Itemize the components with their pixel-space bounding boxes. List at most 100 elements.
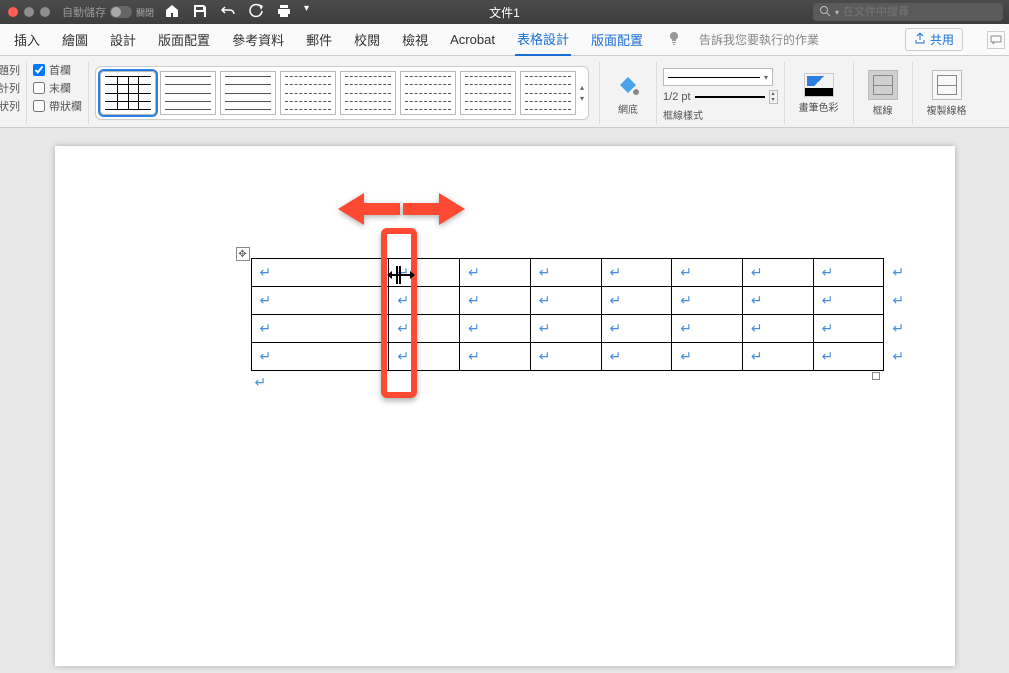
table-cell[interactable]: ↵	[530, 287, 601, 315]
total-row-checkbox[interactable]: 計列	[0, 80, 20, 96]
undo-icon[interactable]	[220, 3, 236, 22]
table-cell[interactable]: ↵	[813, 343, 884, 371]
table-cell[interactable]: ↵	[460, 259, 531, 287]
table-cell[interactable]: ↵	[672, 315, 743, 343]
table-style-options-right: 首欄 末欄 帶狀欄	[27, 62, 89, 124]
tab-design[interactable]: 設計	[108, 24, 138, 55]
comments-button[interactable]	[987, 31, 1005, 49]
tab-view[interactable]: 檢視	[400, 24, 430, 55]
table-cell[interactable]: ↵	[389, 315, 460, 343]
border-painter-icon	[932, 70, 962, 100]
table-cell[interactable]: ↵	[389, 287, 460, 315]
search-box[interactable]: ▾	[813, 3, 1003, 21]
table-cell[interactable]: ↵	[530, 259, 601, 287]
table-styles-gallery[interactable]: ▴▾	[95, 66, 589, 120]
banded-rows-label: 狀列	[0, 98, 20, 114]
autosave-state: 關閉	[136, 6, 154, 19]
table-cell[interactable]: ↵	[460, 287, 531, 315]
lightbulb-icon[interactable]	[667, 31, 681, 48]
tab-table-design[interactable]: 表格設計	[515, 23, 571, 56]
autosave-toggle[interactable]: 自動儲存 關閉	[62, 4, 154, 20]
document-workspace[interactable]: ✥ ↵ ↵ ↵ ↵ ↵ ↵ ↵ ↵ ↵ ↵ ↵ ↵ ↵ ↵ ↵ ↵ ↵	[0, 128, 1009, 673]
table-style-dash5[interactable]	[520, 71, 576, 115]
table-cell[interactable]: ↵	[742, 315, 813, 343]
row-end-mark: ↵	[884, 315, 955, 343]
table-cell[interactable]: ↵	[742, 343, 813, 371]
header-row-checkbox[interactable]: 題列	[0, 62, 20, 78]
table-cell[interactable]: ↵	[251, 287, 389, 315]
pen-color-button[interactable]: 畫筆色彩	[791, 69, 847, 118]
tab-mailings[interactable]: 郵件	[304, 24, 334, 55]
table-cell[interactable]: ↵	[601, 343, 672, 371]
search-input[interactable]	[843, 6, 997, 18]
tab-acrobat[interactable]: Acrobat	[448, 26, 497, 53]
table-cell[interactable]: ↵	[460, 315, 531, 343]
last-col-checkbox[interactable]: 末欄	[33, 80, 71, 96]
table-style-dash4[interactable]	[460, 71, 516, 115]
tell-me-input[interactable]: 告訴我您要執行的作業	[699, 31, 819, 48]
close-window-button[interactable]	[8, 7, 18, 17]
row-end-mark: ↵	[884, 259, 955, 287]
borders-button[interactable]: 框線	[860, 66, 906, 121]
table-cell[interactable]: ↵	[742, 287, 813, 315]
tab-insert[interactable]: 插入	[12, 24, 42, 55]
table-cell[interactable]: ↵	[672, 287, 743, 315]
border-painter-button[interactable]: 複製線格	[919, 66, 975, 121]
total-row-label: 計列	[0, 80, 20, 96]
table-cell[interactable]: ↵	[251, 315, 389, 343]
table-cell[interactable]: ↵	[251, 259, 389, 287]
table-resize-handle[interactable]	[872, 372, 880, 380]
table-style-grid[interactable]	[100, 71, 156, 115]
table-move-handle[interactable]: ✥	[236, 247, 250, 261]
table-cell[interactable]: ↵	[530, 315, 601, 343]
share-button[interactable]: 共用	[905, 28, 963, 51]
tab-review[interactable]: 校閱	[352, 24, 382, 55]
table-style-dash2[interactable]	[340, 71, 396, 115]
table-cell[interactable]: ↵	[672, 343, 743, 371]
table-style-plain1[interactable]	[160, 71, 216, 115]
tab-draw[interactable]: 繪圖	[60, 24, 90, 55]
table-cell[interactable]: ↵	[601, 259, 672, 287]
paragraph-mark: ↵	[751, 264, 763, 280]
table-cell[interactable]: ↵	[251, 343, 389, 371]
table-style-dash1[interactable]	[280, 71, 336, 115]
print-icon[interactable]	[276, 3, 292, 22]
qat-dropdown-icon[interactable]: ▾	[304, 3, 309, 22]
maximize-window-button[interactable]	[40, 7, 50, 17]
table-style-plain2[interactable]	[220, 71, 276, 115]
table-cell[interactable]: ↵	[742, 259, 813, 287]
table-row[interactable]: ↵ ↵ ↵ ↵ ↵ ↵ ↵ ↵ ↵	[251, 259, 955, 287]
first-col-checkbox[interactable]: 首欄	[33, 62, 71, 78]
gallery-scroll[interactable]: ▴▾	[580, 83, 584, 103]
table-cell[interactable]: ↵	[813, 315, 884, 343]
table-cell[interactable]: ↵	[389, 343, 460, 371]
minimize-window-button[interactable]	[24, 7, 34, 17]
tab-references[interactable]: 參考資料	[230, 24, 286, 55]
table-cell[interactable]: ↵	[601, 287, 672, 315]
table-cell[interactable]: ↵	[460, 343, 531, 371]
table-style-dash3[interactable]	[400, 71, 456, 115]
border-line-style[interactable]: ▾	[663, 68, 773, 86]
shading-button[interactable]: 網底	[606, 67, 650, 120]
table-cell[interactable]: ↵	[813, 259, 884, 287]
paragraph-mark: ↵	[680, 264, 692, 280]
tab-table-layout[interactable]: 版面配置	[589, 24, 645, 55]
redo-icon[interactable]	[248, 3, 264, 22]
pen-weight-stepper[interactable]: ▴▾	[769, 90, 778, 104]
banded-cols-checkbox[interactable]: 帶狀欄	[33, 98, 82, 114]
document-table[interactable]: ↵ ↵ ↵ ↵ ↵ ↵ ↵ ↵ ↵ ↵ ↵ ↵ ↵ ↵ ↵ ↵ ↵ ↵	[251, 258, 955, 371]
table-row[interactable]: ↵ ↵ ↵ ↵ ↵ ↵ ↵ ↵ ↵	[251, 287, 955, 315]
header-row-label: 題列	[0, 62, 20, 78]
table-cell[interactable]: ↵	[601, 315, 672, 343]
table-cell[interactable]: ↵	[672, 259, 743, 287]
banded-rows-checkbox[interactable]: 狀列	[0, 98, 20, 114]
table-row[interactable]: ↵ ↵ ↵ ↵ ↵ ↵ ↵ ↵ ↵	[251, 343, 955, 371]
autosave-switch[interactable]	[110, 6, 132, 18]
tab-layout[interactable]: 版面配置	[156, 24, 212, 55]
search-dropdown-icon[interactable]: ▾	[835, 8, 839, 17]
home-icon[interactable]	[164, 3, 180, 22]
table-cell[interactable]: ↵	[813, 287, 884, 315]
save-icon[interactable]	[192, 3, 208, 22]
table-cell[interactable]: ↵	[530, 343, 601, 371]
table-row[interactable]: ↵ ↵ ↵ ↵ ↵ ↵ ↵ ↵ ↵	[251, 315, 955, 343]
